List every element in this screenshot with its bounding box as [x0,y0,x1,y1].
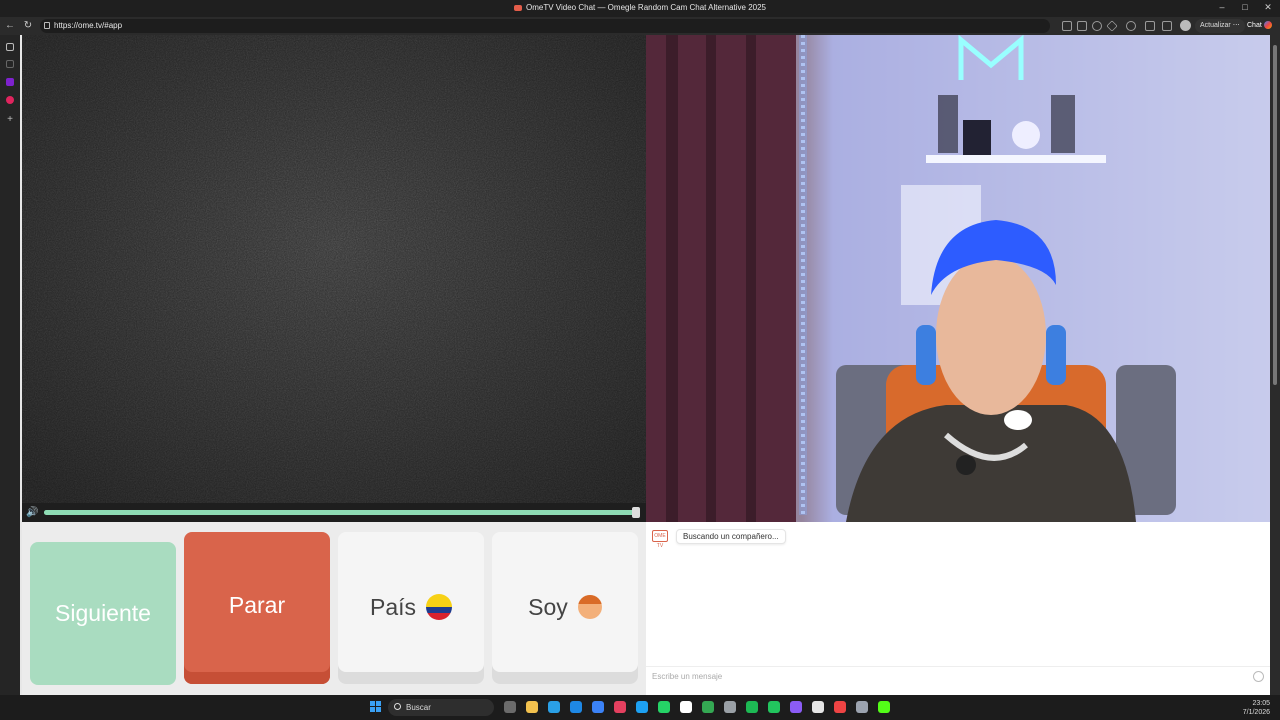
taskbar-app-icon[interactable] [702,701,714,713]
taskbar-app-icon[interactable] [878,701,890,713]
taskbar-app-icon[interactable] [592,701,604,713]
country-label: País [369,594,417,620]
search-label: Buscar [406,703,431,712]
window-title: OmeTV Video Chat — Omegle Random Cam Cha… [0,3,1280,12]
next-label: Siguiente [55,600,151,626]
address-bar[interactable]: https://ome.tv/#app [40,19,1050,33]
copilot-chat-button[interactable]: Chat [1243,19,1276,33]
browser-toolbar: ← ↻ https://ome.tv/#app Actualizar ⋯ Cha… [0,17,1280,35]
taskbar-app-icon[interactable] [526,701,538,713]
next-button[interactable]: Siguiente [30,542,176,685]
clock-date: 7/1/2026 [1242,709,1270,716]
country-button[interactable]: País [338,532,484,684]
window-title-text: OmeTV Video Chat — Omegle Random Cam Cha… [526,3,766,12]
speaker-icon[interactable]: 🔊 [26,507,38,518]
taskbar-app-icon[interactable] [724,701,736,713]
emoji-icon[interactable] [1253,671,1264,682]
profile-avatar[interactable] [1180,20,1191,31]
taskbar-app-icon[interactable] [548,701,560,713]
ometv-tab-icon[interactable] [6,96,14,104]
taskbar-app-icon[interactable] [614,701,626,713]
more-icon: ⋯ [1232,22,1240,29]
update-button[interactable]: Actualizar ⋯ [1195,19,1245,33]
minimize-button[interactable]: – [1212,2,1232,12]
webcam-scene [646,35,1270,522]
tab-actions-icon[interactable] [6,43,14,51]
taskbar-app-icon[interactable] [680,701,692,713]
extensions-puzzle-icon[interactable] [1145,21,1155,31]
partner-video: 🔊 [22,35,646,522]
copilot-icon [1263,21,1272,30]
gender-label: Soy [528,594,568,620]
ometv-favicon-icon [514,4,523,11]
camera-permission-icon[interactable] [1062,21,1072,31]
volume-bar: 🔊 [22,503,646,522]
window-titlebar: OmeTV Video Chat — Omegle Random Cam Cha… [0,0,1280,17]
taskbar-app-icon[interactable] [746,701,758,713]
maximize-button[interactable]: □ [1235,2,1255,12]
search-icon [394,703,401,710]
stop-label: Parar [228,592,286,618]
self-camera-video [646,35,1270,522]
volume-fill [44,510,636,515]
volume-slider[interactable] [44,510,636,515]
taskbar-app-icon[interactable] [636,701,648,713]
favorites-icon[interactable] [1162,21,1172,31]
taskbar-app-icon[interactable] [658,701,670,713]
back-arrow-icon[interactable]: ← [3,19,17,33]
extension-icon[interactable] [1126,21,1136,31]
taskbar-app-icon[interactable] [504,701,516,713]
windows-taskbar: Buscar 23:05 7/1/2026 [0,695,1280,720]
favorite-star-icon[interactable] [1106,20,1118,32]
workspace-icon[interactable] [6,60,14,68]
windows-start-icon[interactable] [370,701,381,712]
message-input[interactable]: Escribe un mensaje [646,666,1270,686]
gender-button[interactable]: Soy [492,532,638,684]
volume-handle[interactable] [632,507,640,518]
chat-label: Chat [1247,22,1262,29]
static-noise [22,35,646,503]
update-label: Actualizar [1200,22,1231,29]
browser-sidebar: + [0,35,20,695]
site-info-icon[interactable] [44,22,50,29]
apps-icon[interactable] [1077,21,1087,31]
ometv-logo-icon: OME TV [652,530,668,549]
boy-emoji-icon [577,594,602,619]
taskbar-app-icon[interactable] [570,701,582,713]
system-clock[interactable]: 23:05 7/1/2026 [1243,699,1270,717]
url-text: https://ome.tv/#app [54,21,123,30]
taskbar-app-icon[interactable] [790,701,802,713]
tracking-icon[interactable] [1092,21,1102,31]
taskbar-app-icon[interactable] [768,701,780,713]
page-scrollbar[interactable] [1270,35,1280,695]
reload-icon[interactable]: ↻ [21,19,35,33]
taskbar-app-icon[interactable] [834,701,846,713]
clock-time: 23:05 [1252,700,1270,707]
message-placeholder: Escribe un mensaje [652,672,723,681]
control-panel: Siguiente Parar País Soy [22,522,646,695]
taskbar-app-icon[interactable] [856,701,868,713]
close-button[interactable]: ✕ [1258,2,1278,13]
scrollbar-thumb[interactable] [1273,45,1277,385]
taskbar-app-icon[interactable] [812,701,824,713]
yahoo-icon[interactable] [6,78,14,86]
add-tab-icon[interactable]: + [6,115,14,125]
ometv-app: 🔊 Siguiente Parar País Soy OME TV Buscan… [20,35,1270,695]
taskbar-search[interactable]: Buscar [388,699,494,716]
colombia-flag-icon [426,593,453,620]
chat-status-message: Buscando un compañero... [676,529,786,544]
chat-panel: OME TV Buscando un compañero... Escribe … [646,522,1270,695]
ometv-logo-text: OME TV [654,533,666,549]
stop-button[interactable]: Parar [184,532,330,684]
